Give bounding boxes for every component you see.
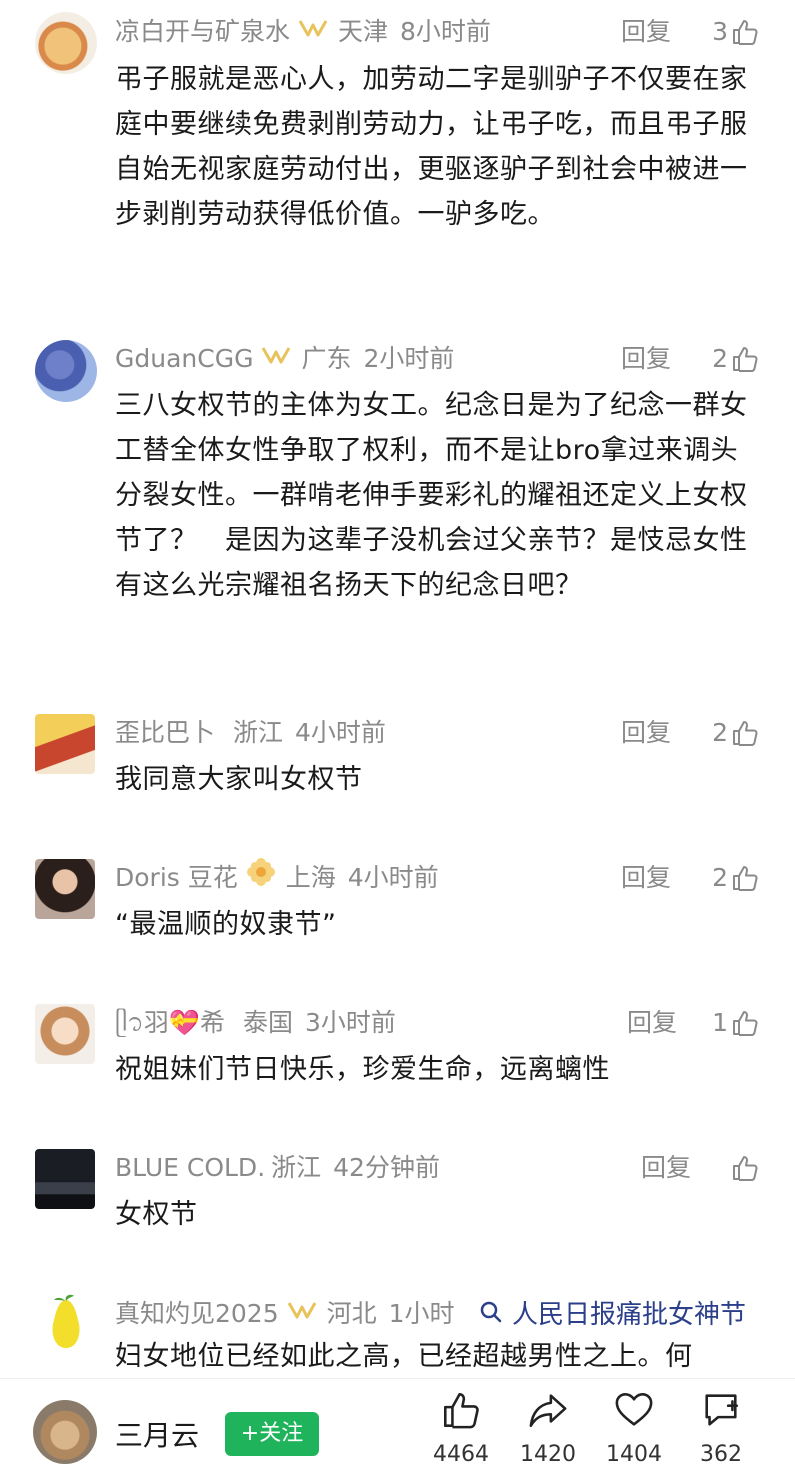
- like-button[interactable]: 3: [712, 14, 759, 50]
- comment-text: 妇女地位已经如此之高，已经超越男性之上。何: [115, 1341, 693, 1372]
- heart-icon: [615, 1393, 653, 1426]
- author-name[interactable]: 三月云: [115, 1414, 199, 1454]
- avatar[interactable]: [35, 12, 97, 74]
- commenter-name[interactable]: BLUE COLD.: [115, 1153, 265, 1182]
- comment-text: 三八女权节的主体为女工。纪念日是为了纪念一群女工替全体女性争取了权利，而不是让b…: [115, 390, 748, 601]
- search-suggestion[interactable]: 人民日报痛批女神节: [464, 1286, 795, 1338]
- commenter-name[interactable]: GduanCGG: [115, 344, 253, 373]
- vip-badge-icon: [261, 340, 291, 376]
- vip-badge-icon: [287, 1295, 317, 1331]
- comment-time: 4小时前: [295, 718, 386, 747]
- thumbs-up-icon: [733, 347, 758, 372]
- search-icon: [480, 1301, 502, 1323]
- like-button[interactable]: 2: [712, 715, 759, 751]
- like-count: 2: [712, 863, 728, 892]
- commenter-location: 河北: [326, 1299, 377, 1328]
- share-count: 1420: [520, 1442, 576, 1467]
- commenter-name[interactable]: Doris 豆花: [115, 863, 238, 892]
- commenter-location: 泰国: [243, 1008, 294, 1037]
- comment-text: 祝姐妹们节日快乐，珍爱生命，远离螭性: [115, 1054, 610, 1085]
- avatar[interactable]: [38, 1292, 94, 1352]
- vip-badge-icon: [298, 13, 328, 49]
- commenter-location: 天津: [338, 17, 389, 46]
- comment-time: 2小时前: [363, 344, 455, 373]
- comment-meta: 歪比巴卜 浙江 4小时前: [115, 715, 386, 751]
- commenter-name[interactable]: 凉白开与矿泉水: [115, 17, 290, 46]
- share-icon: [529, 1394, 567, 1427]
- flower-badge-icon: [246, 857, 276, 897]
- like-button[interactable]: 2: [712, 860, 759, 896]
- comment-add-icon: [705, 1394, 738, 1426]
- comment-meta: 真知灼见2025 河北 1小时: [115, 1296, 455, 1332]
- comment-text: 弔子服就是恶心人，加劳动二字是驯驴子不仅要在家庭中要继续免费剥削劳动力，让弔子吃…: [115, 64, 748, 230]
- search-suggestion-text: 人民日报痛批女神节: [512, 1299, 747, 1330]
- thumbs-up-icon: [733, 721, 758, 746]
- like-button[interactable]: [728, 1150, 759, 1186]
- reply-button[interactable]: 回复: [641, 1150, 691, 1186]
- favorite-action[interactable]: 1404: [594, 1390, 674, 1467]
- comment-time: 42分钟前: [333, 1153, 440, 1182]
- comment-meta: BLUE COLD. 浙江 42分钟前: [115, 1150, 440, 1186]
- avatar[interactable]: [35, 340, 97, 402]
- avatar[interactable]: [35, 859, 95, 919]
- like-action[interactable]: 4464: [421, 1390, 501, 1467]
- like-count: 3: [712, 17, 728, 46]
- thumbs-up-icon: [733, 1156, 758, 1181]
- avatar[interactable]: [35, 1004, 95, 1064]
- commenter-name[interactable]: ᥫ᭡羽💝希: [115, 1008, 225, 1037]
- comment-text: 我同意大家叫女权节: [115, 764, 363, 795]
- follow-button[interactable]: +关注: [225, 1412, 319, 1456]
- avatar[interactable]: [35, 714, 95, 774]
- comment-meta: GduanCGG 广东 2小时前: [115, 341, 454, 377]
- comment-time: 3小时前: [305, 1008, 396, 1037]
- comment-time: 1小时: [388, 1299, 455, 1328]
- comment-time: 4小时前: [347, 863, 439, 892]
- commenter-name[interactable]: 真知灼见2025: [115, 1299, 279, 1328]
- commenter-location: 浙江: [271, 1153, 322, 1182]
- reply-button[interactable]: 回复: [621, 14, 671, 50]
- reply-button[interactable]: 回复: [621, 715, 671, 751]
- like-count: 2: [712, 344, 728, 373]
- comment-count: 362: [700, 1442, 742, 1467]
- thumbs-up-icon: [444, 1393, 479, 1429]
- share-action[interactable]: 1420: [508, 1390, 588, 1467]
- comment-text: “最温顺的奴隶节”: [115, 909, 337, 940]
- avatar[interactable]: [35, 1149, 95, 1209]
- favorite-count: 1404: [606, 1442, 662, 1467]
- comment-action[interactable]: 362: [681, 1390, 761, 1467]
- author-avatar[interactable]: [33, 1400, 97, 1464]
- comment-meta: Doris 豆花 上海 4小时前: [115, 857, 439, 897]
- thumbs-up-icon: [733, 20, 758, 45]
- like-count: 4464: [433, 1442, 489, 1467]
- thumbs-up-icon: [733, 1011, 758, 1036]
- comment-text: 女权节: [115, 1199, 198, 1230]
- comment-meta: ᥫ᭡羽💝希 泰国 3小时前: [115, 1005, 396, 1041]
- like-button[interactable]: 1: [712, 1005, 759, 1041]
- like-button[interactable]: 2: [712, 341, 759, 377]
- commenter-location: 广东: [301, 344, 352, 373]
- reply-button[interactable]: 回复: [621, 860, 671, 896]
- like-count: 1: [712, 1008, 728, 1037]
- commenter-location: 上海: [285, 863, 336, 892]
- comment-meta: 凉白开与矿泉水 天津 8小时前: [115, 14, 491, 50]
- reply-button[interactable]: 回复: [627, 1005, 677, 1041]
- reply-button[interactable]: 回复: [621, 341, 671, 377]
- thumbs-up-icon: [733, 866, 758, 891]
- like-count: 2: [712, 718, 728, 747]
- commenter-name[interactable]: 歪比巴卜: [115, 718, 215, 747]
- commenter-location: 浙江: [233, 718, 284, 747]
- comment-time: 8小时前: [400, 17, 491, 46]
